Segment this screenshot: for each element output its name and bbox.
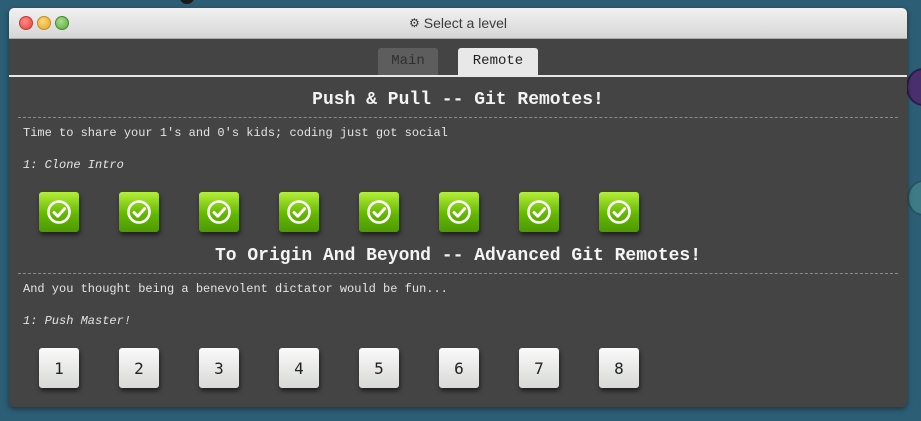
- level-button[interactable]: 3: [199, 348, 239, 388]
- window-title-group: ⚙ Select a level: [9, 8, 907, 38]
- sequences-panel: Push & Pull -- Git Remotes! Time to shar…: [9, 77, 907, 407]
- level-select-window: ⚙ Select a level Main Remote Push & Pull…: [9, 8, 907, 407]
- divider: [18, 273, 898, 274]
- level-button-solved[interactable]: [439, 192, 479, 232]
- level-button-solved[interactable]: [39, 192, 79, 232]
- level-button-solved[interactable]: [599, 192, 639, 232]
- level-number: 6: [454, 358, 464, 378]
- check-icon: [127, 200, 151, 224]
- check-icon: [527, 200, 551, 224]
- level-button[interactable]: 1: [39, 348, 79, 388]
- level-button-solved[interactable]: [519, 192, 559, 232]
- sequence-about: Time to share your 1's and 0's kids; cod…: [23, 126, 448, 140]
- level-button[interactable]: 5: [359, 348, 399, 388]
- check-icon: [367, 200, 391, 224]
- tab-main[interactable]: Main: [378, 48, 438, 75]
- level-number: 2: [134, 358, 144, 378]
- background-node: [907, 180, 921, 216]
- level-button[interactable]: 6: [439, 348, 479, 388]
- background-node: [906, 68, 921, 106]
- level-button[interactable]: 4: [279, 348, 319, 388]
- level-button-solved[interactable]: [199, 192, 239, 232]
- current-level-name: 1: Clone Intro: [23, 158, 124, 172]
- level-number: 8: [614, 358, 624, 378]
- check-icon: [287, 200, 311, 224]
- window-title: Select a level: [423, 15, 508, 31]
- check-icon: [447, 200, 471, 224]
- titlebar: ⚙ Select a level: [9, 8, 907, 39]
- level-number: 1: [54, 358, 64, 378]
- check-icon: [47, 200, 71, 224]
- check-icon: [607, 200, 631, 224]
- level-button-solved[interactable]: [119, 192, 159, 232]
- gear-icon: ⚙: [408, 16, 420, 30]
- check-icon: [207, 200, 231, 224]
- background-node: [180, 0, 194, 4]
- sequence-title: To Origin And Beyond -- Advanced Git Rem…: [214, 246, 702, 266]
- tab-remote[interactable]: Remote: [458, 48, 538, 75]
- tab-bar: Main Remote: [9, 38, 907, 76]
- sequence-title: Push & Pull -- Git Remotes!: [312, 90, 604, 110]
- sequence-about: And you thought being a benevolent dicta…: [23, 282, 448, 296]
- level-button[interactable]: 8: [599, 348, 639, 388]
- level-number: 3: [214, 358, 224, 378]
- level-button[interactable]: 2: [119, 348, 159, 388]
- level-button-solved[interactable]: [279, 192, 319, 232]
- current-level-name: 1: Push Master!: [23, 314, 132, 328]
- level-number: 7: [534, 358, 544, 378]
- level-button-solved[interactable]: [359, 192, 399, 232]
- level-number: 5: [374, 358, 384, 378]
- level-button[interactable]: 7: [519, 348, 559, 388]
- divider: [18, 117, 898, 118]
- level-number: 4: [294, 358, 304, 378]
